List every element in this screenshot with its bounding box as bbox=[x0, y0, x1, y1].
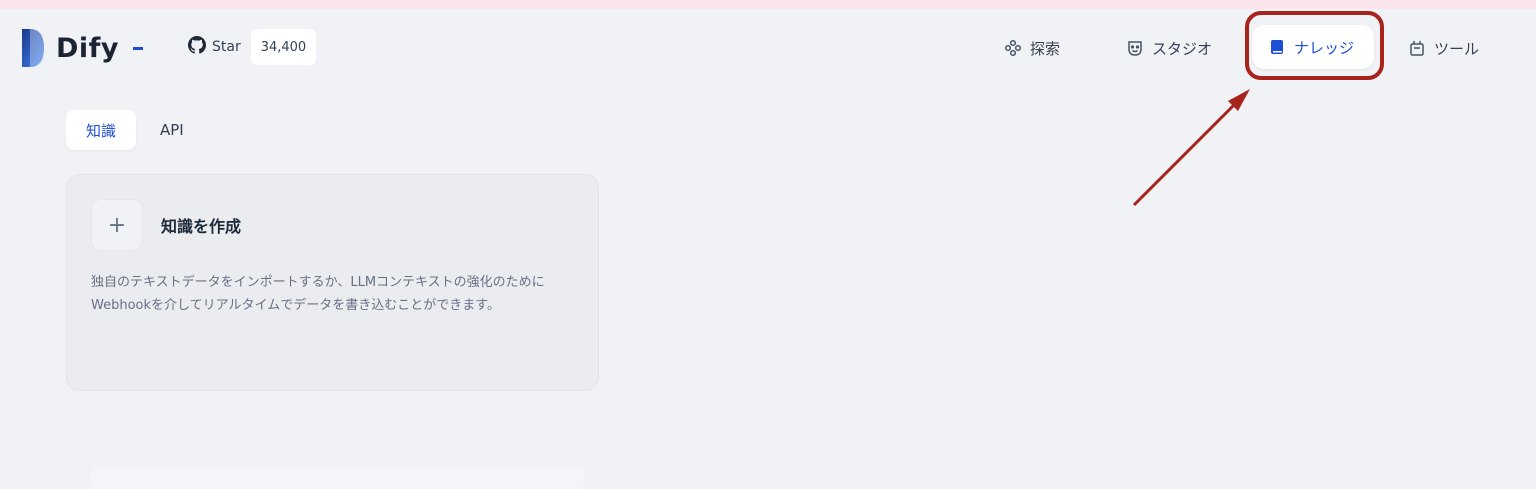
github-star-widget[interactable]: Star 34,400 bbox=[180, 29, 317, 65]
studio-icon bbox=[1126, 39, 1144, 57]
app-window: Dify Star 34,400 探索 スタジオ ナレッジ ツール 知識 API… bbox=[0, 9, 1536, 489]
create-knowledge-card[interactable]: + 知識を作成 独自のテキストデータをインポートするか、LLMコンテキストの強化… bbox=[66, 174, 599, 391]
github-star-button[interactable]: Star bbox=[180, 29, 251, 65]
create-knowledge-title: 知識を作成 bbox=[161, 217, 242, 236]
nav-explore-label: 探索 bbox=[1030, 39, 1061, 58]
nav-studio[interactable]: スタジオ bbox=[1126, 29, 1212, 67]
nav-tools-label: ツール bbox=[1434, 39, 1480, 58]
dify-logo-icon bbox=[22, 29, 44, 67]
nav-explore[interactable]: 探索 bbox=[1004, 29, 1060, 67]
github-star-label: Star bbox=[212, 39, 241, 55]
faint-placeholder-bar bbox=[90, 467, 584, 489]
tools-icon bbox=[1408, 39, 1426, 57]
nav-studio-label: スタジオ bbox=[1152, 39, 1213, 58]
dify-logo[interactable]: Dify bbox=[22, 29, 144, 67]
tab-api[interactable]: API bbox=[160, 110, 184, 150]
plus-icon: + bbox=[91, 199, 143, 251]
tab-knowledge[interactable]: 知識 bbox=[66, 110, 136, 150]
explore-icon bbox=[1004, 39, 1022, 57]
github-icon bbox=[188, 36, 206, 58]
github-star-count[interactable]: 34,400 bbox=[250, 29, 317, 65]
brand-name: Dify bbox=[56, 32, 120, 64]
nav-tools[interactable]: ツール bbox=[1408, 29, 1479, 67]
top-strip bbox=[0, 0, 1536, 9]
annotation-highlight-box bbox=[1245, 11, 1384, 80]
create-knowledge-description: 独自のテキストデータをインポートするか、LLMコンテキストの強化のためにWebh… bbox=[91, 275, 545, 313]
brand-cursor bbox=[133, 46, 144, 50]
annotation-arrow-icon bbox=[1132, 89, 1250, 207]
